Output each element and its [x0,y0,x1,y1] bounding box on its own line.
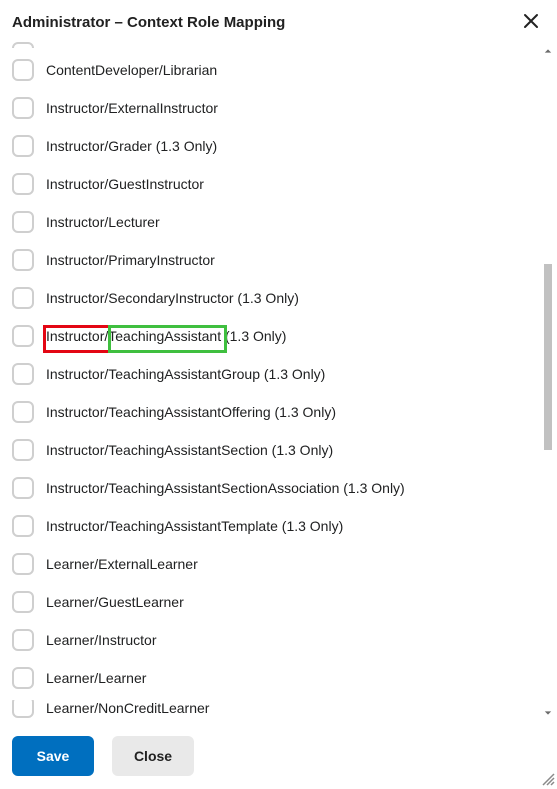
scrollbar-thumb[interactable] [544,264,552,450]
list-item: Learner/Learner [12,662,529,694]
checkbox[interactable] [12,477,34,499]
checkbox[interactable] [12,59,34,81]
role-label: Instructor/TeachingAssistantOffering (1.… [46,404,336,420]
list-item: ContentDeveloper/Librarian [12,54,529,86]
checkbox[interactable] [12,135,34,157]
list-item [12,40,529,48]
role-label: Instructor/SecondaryInstructor (1.3 Only… [46,290,299,306]
list-item: Instructor/GuestInstructor [12,168,529,200]
checkbox[interactable] [12,42,34,48]
scroll-up-icon[interactable] [541,44,555,58]
role-label: Learner/Instructor [46,632,157,648]
highlight-text-b: TeachingAssistant [108,328,221,344]
role-label: Instructor/PrimaryInstructor [46,252,215,268]
checkbox[interactable] [12,515,34,537]
role-label: Learner/Learner [46,670,146,686]
list-item-highlighted: Instructor/TeachingAssistant (1.3 Only) [12,320,529,352]
list-item: Instructor/TeachingAssistantOffering (1.… [12,396,529,428]
role-label: Learner/ExternalLearner [46,556,198,572]
checkbox[interactable] [12,287,34,309]
checkbox[interactable] [12,211,34,233]
scroll-down-icon[interactable] [541,706,555,720]
role-label-highlighted: Instructor/TeachingAssistant (1.3 Only) [46,328,286,344]
role-label: Instructor/TeachingAssistantSection (1.3… [46,442,333,458]
role-label: Learner/NonCreditLearner [46,700,209,716]
checkbox[interactable] [12,700,34,718]
checkbox[interactable] [12,173,34,195]
role-label: Instructor/Lecturer [46,214,160,230]
scrollbar[interactable] [541,44,555,720]
role-label: Learner/GuestLearner [46,594,184,610]
checkbox[interactable] [12,629,34,651]
dialog: Administrator – Context Role Mapping Con… [0,0,557,788]
role-label: Instructor/TeachingAssistantGroup (1.3 O… [46,366,325,382]
list-item: Instructor/Grader (1.3 Only) [12,130,529,162]
role-label: Instructor/TeachingAssistantTemplate (1.… [46,518,343,534]
highlight-text-rest: (1.3 Only) [221,328,286,344]
resize-grip-icon[interactable] [539,770,555,786]
role-label: ContentDeveloper/Librarian [46,62,217,78]
role-label: Instructor/TeachingAssistantSectionAssoc… [46,480,405,496]
checkbox[interactable] [12,667,34,689]
checkbox[interactable] [12,325,34,347]
close-footer-button[interactable]: Close [112,736,194,776]
checkbox[interactable] [12,401,34,423]
list-item: Learner/GuestLearner [12,586,529,618]
list-item: Instructor/PrimaryInstructor [12,244,529,276]
save-button[interactable]: Save [12,736,94,776]
checkbox[interactable] [12,439,34,461]
list-item: Learner/NonCreditLearner [12,700,529,718]
list-item: Instructor/TeachingAssistantGroup (1.3 O… [12,358,529,390]
role-label: Instructor/Grader (1.3 Only) [46,138,217,154]
checkbox[interactable] [12,363,34,385]
checkbox[interactable] [12,553,34,575]
list-item: Instructor/TeachingAssistantSection (1.3… [12,434,529,466]
list-item: Instructor/TeachingAssistantTemplate (1.… [12,510,529,542]
dialog-footer: Save Close [0,724,557,788]
list-item: Learner/ExternalLearner [12,548,529,580]
role-list: ContentDeveloper/Librarian Instructor/Ex… [12,40,529,718]
highlight-text-a: Instructor/ [46,328,108,344]
checkbox[interactable] [12,249,34,271]
role-list-viewport[interactable]: ContentDeveloper/Librarian Instructor/Ex… [0,40,557,724]
list-item: Learner/Instructor [12,624,529,656]
list-item: Instructor/Lecturer [12,206,529,238]
list-item: Instructor/ExternalInstructor [12,92,529,124]
close-icon [523,13,539,32]
close-button[interactable] [517,8,545,36]
dialog-title: Administrator – Context Role Mapping [12,14,285,31]
scroll-region: ContentDeveloper/Librarian Instructor/Ex… [0,40,557,724]
role-label: Instructor/ExternalInstructor [46,100,218,116]
checkbox[interactable] [12,97,34,119]
list-item: Instructor/TeachingAssistantSectionAssoc… [12,472,529,504]
dialog-header: Administrator – Context Role Mapping [0,0,557,40]
checkbox[interactable] [12,591,34,613]
role-label: Instructor/GuestInstructor [46,176,204,192]
list-item: Instructor/SecondaryInstructor (1.3 Only… [12,282,529,314]
